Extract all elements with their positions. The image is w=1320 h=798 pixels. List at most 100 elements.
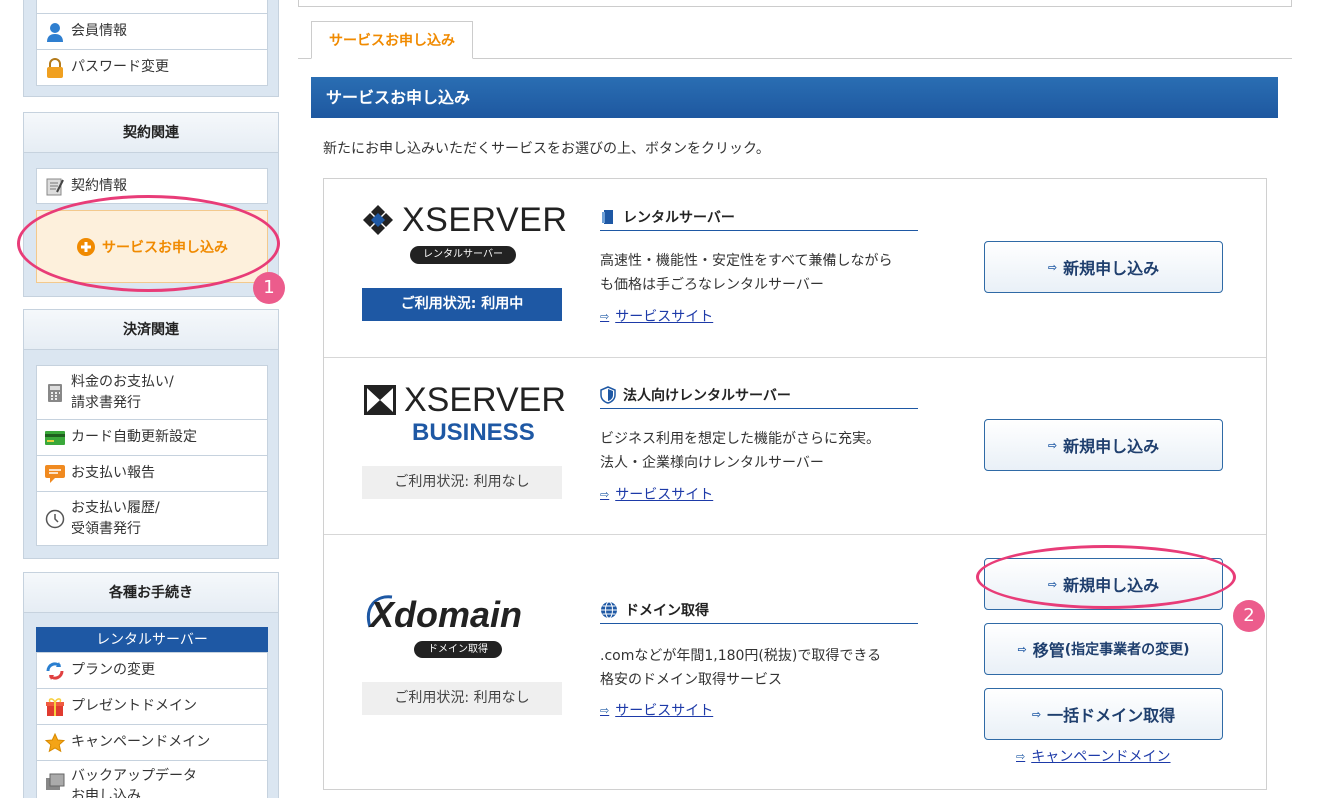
button-label: 移管 [1032,641,1065,660]
payment-menu-box: 決済関連 料金のお支払い/請求書発行 カード自動更新設定 お支払い報告 お支払い… [23,309,279,559]
arrow-right-icon: ⇨ [1017,642,1027,656]
desc-line-1: ビジネス利用を想定した機能がさらに充実。 [600,431,880,447]
campaign-domain-link[interactable]: ⇨ キャンペーンドメイン [1016,746,1171,766]
section-title: 決済関連 [24,310,278,350]
status-badge: ご利用状況: 利用中 [362,288,562,321]
service-description: 高速性・機能性・安定性をすべて兼備しながら も価格は手ごろなレンタルサーバー [600,249,930,297]
xserver-logo-text: XSERVER [402,201,568,239]
service-site-link[interactable]: ⇨ サービスサイト [600,484,713,504]
label-line-1: バックアップデータ [71,768,197,784]
label-line-1: お支払い履歴/ [71,500,160,517]
button-sublabel: (指定事業者の変更) [1064,642,1190,658]
sidebar-item-member-info[interactable]: 会員情報 [36,13,268,50]
service-title-text: 法人向けレンタルサーバー [623,388,791,404]
button-label: 一括ドメイン取得 [1047,706,1176,725]
xserver-business-logo-sub: BUSINESS [412,419,535,446]
sidebar-item-payment-report[interactable]: お支払い報告 [36,455,268,492]
page-title: サービスお申し込み [311,77,1278,118]
sidebar-item-label: プレゼントドメイン [71,698,197,715]
sidebar-item-present-domain[interactable]: プレゼントドメイン [36,688,268,725]
link-text: サービスサイト [615,487,714,503]
sidebar-item-label: お支払い履歴/受領書発行 [71,498,160,539]
desc-line-2: も価格は手ごろなレンタルサーバー [600,277,824,293]
sidebar-item-label: パスワード変更 [71,59,169,76]
service-title: 法人向けレンタルサーバー [600,382,918,409]
service-list: XSERVER レンタルサーバー ご利用状況: 利用中 レンタルサーバー 高速性… [323,178,1267,790]
desc-line-2: 格安のドメイン取得サービス [600,672,782,688]
xserver-business-logo: XSERVER BUSINESS [362,381,566,447]
label-line-2: 請求書発行 [71,394,141,411]
service-site-link[interactable]: ⇨ サービスサイト [600,306,713,326]
xserver-logo: XSERVER レンタルサーバー [362,201,568,269]
label-line-1: 料金のお支払い/ [71,374,174,391]
sidebar-item-label: 会員情報 [71,23,127,40]
sidebar-item-label: お支払い報告 [71,465,155,482]
contract-icon [45,176,65,196]
sidebar-item-label: カード自動更新設定 [71,429,197,446]
arrow-right-icon: ⇨ [600,487,610,501]
status-badge: ご利用状況: 利用なし [362,466,562,499]
row-divider [324,357,1266,358]
desc-line-1: 高速性・機能性・安定性をすべて兼備しながら [600,253,893,269]
arrow-right-icon: ⇨ [600,309,610,323]
xserver-business-logo-mark [364,385,396,415]
button-label: 新規申し込み [1063,437,1160,456]
link-text: キャンペーンドメイン [1031,749,1171,765]
gift-icon [45,697,65,717]
clock-icon [45,509,65,529]
account-menu-box: 会員情報 パスワード変更 [23,0,279,97]
highlight-ellipse-2 [976,545,1236,609]
server-icon [600,209,616,225]
button-label: 新規申し込み [1063,259,1160,278]
arrow-right-icon: ⇨ [600,703,610,717]
sidebar-item-campaign-domain[interactable]: キャンペーンドメイン [36,724,268,761]
annotation-badge-1: 1 [253,272,285,304]
calculator-icon [45,383,65,403]
sidebar-item-card-renewal[interactable]: カード自動更新設定 [36,419,268,456]
bulk-domain-button[interactable]: ⇨ 一括ドメイン取得 [984,688,1223,740]
new-application-button[interactable]: ⇨ 新規申し込み [984,419,1223,471]
link-text: サービスサイト [615,703,714,719]
sidebar-item-prev[interactable] [36,0,268,14]
sidebar-item-label: 契約情報 [71,177,127,194]
desc-line-1: .comなどが年間1,180円(税抜)で取得できる [600,648,882,664]
xserver-logo-badge: レンタルサーバー [410,246,516,264]
sidebar-item-label: プランの変更 [71,662,155,679]
refresh-icon [45,661,65,681]
domain-transfer-button[interactable]: ⇨ 移管 (指定事業者の変更) [984,623,1223,675]
service-title-text: ドメイン取得 [625,603,709,619]
sidebar-item-label: バックアップデータお申し込み [71,766,197,798]
top-frame [298,0,1292,7]
service-title: レンタルサーバー [600,204,918,231]
shield-icon [600,386,616,404]
intro-text: 新たにお申し込みいただくサービスをお選びの上、ボタンをクリック。 [323,141,770,157]
service-site-link[interactable]: ⇨ サービスサイト [600,700,713,720]
section-title: 各種お手続き [24,573,278,613]
credit-card-icon [45,428,65,448]
row-divider [324,534,1266,535]
tab-service-apply[interactable]: サービスお申し込み [311,21,473,59]
arrow-right-icon: ⇨ [1016,749,1026,763]
sidebar-item-payment-history[interactable]: お支払い履歴/受領書発行 [36,491,268,546]
sidebar-item-billing[interactable]: 料金のお支払い/請求書発行 [36,365,268,420]
link-text: サービスサイト [615,309,714,325]
sidebar-item-password[interactable]: パスワード変更 [36,49,268,86]
member-icon [45,22,65,42]
sidebar-item-plan-change[interactable]: プランの変更 [36,652,268,689]
lock-icon [45,57,65,78]
sidebar-item-label: キャンペーンドメイン [71,734,211,751]
new-application-button[interactable]: ⇨ 新規申し込み [984,241,1223,293]
label-line-2: お申し込み [71,788,141,798]
backup-icon [45,772,65,792]
highlight-ellipse-1 [17,195,280,292]
rental-server-subhead: レンタルサーバー [36,627,268,653]
desc-line-2: 法人・企業様向けレンタルサーバー [600,455,824,471]
xserver-business-logo-text: XSERVER [404,381,566,419]
sidebar-item-backup-data[interactable]: バックアップデータお申し込み [36,760,268,798]
star-icon [45,732,65,753]
xdomain-logo-text: Xdomain [370,594,523,635]
service-title-text: レンタルサーバー [623,210,735,226]
xdomain-logo-badge: ドメイン取得 [414,641,502,658]
arrow-right-icon: ⇨ [1031,707,1042,721]
service-title: ドメイン取得 [600,597,918,624]
